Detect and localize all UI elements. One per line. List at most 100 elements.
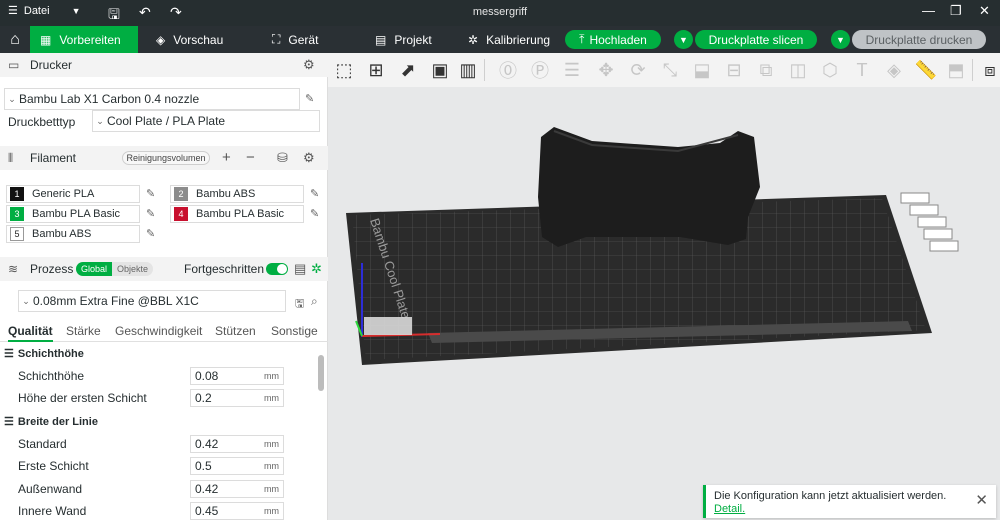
minimize-icon[interactable]: —: [922, 3, 935, 18]
add-plate-icon[interactable]: ⊞: [364, 58, 388, 82]
add-filament-icon[interactable]: +: [222, 149, 231, 166]
filament-slot-1[interactable]: 1 Generic PLA: [6, 185, 140, 203]
tab-support[interactable]: Stützen: [215, 324, 256, 338]
input-value: 0.5: [195, 459, 212, 473]
inner-wall-width-input[interactable]: 0.45 mm: [190, 502, 284, 520]
tab-device-label: Gerät: [288, 32, 319, 47]
add-object-icon[interactable]: ⬚: [332, 58, 356, 82]
support-paint-icon[interactable]: ⬡: [818, 58, 842, 82]
cut-icon[interactable]: ⊟: [722, 58, 746, 82]
tab-project[interactable]: ▤ Projekt: [365, 26, 442, 53]
filament-settings-icon[interactable]: ⚙: [303, 150, 315, 166]
printer-section-title: Drucker: [30, 58, 73, 72]
outer-wall-width-input[interactable]: 0.42 mm: [190, 480, 284, 498]
measure-icon[interactable]: 📏: [914, 58, 938, 82]
filament-slot-5[interactable]: 5 Bambu ABS: [6, 225, 140, 243]
layers-tool-icon[interactable]: ☰: [560, 58, 584, 82]
filament-slot-4[interactable]: 4 Bambu PLA Basic: [170, 205, 304, 223]
remove-filament-icon[interactable]: −: [246, 149, 255, 166]
filament-number: 4: [174, 207, 188, 221]
first-layer-height-input[interactable]: 0.2 mm: [190, 389, 284, 407]
layer-height-input[interactable]: 0.08 mm: [190, 367, 284, 385]
text-icon[interactable]: T: [850, 58, 874, 82]
auto-orient-icon[interactable]: ⬈: [396, 58, 420, 82]
edit-filament-icon[interactable]: ✎: [310, 187, 319, 200]
print-dropdown-button[interactable]: ▼: [831, 30, 850, 49]
lay-flat-icon[interactable]: ⬓: [690, 58, 714, 82]
tab-calibration-label: Kalibrierung: [486, 32, 551, 47]
3d-viewport[interactable]: ⬚ ⊞ ⬈ ▣ ▥ ⓪ Ⓟ ☰ ✥ ⟳ ⤡ ⬓ ⊟ ⧉ ◫ ⬡ T ◈ 📏 ⬒ …: [328, 53, 1000, 520]
advanced-toggle[interactable]: [266, 263, 288, 275]
tab-other[interactable]: Sonstige: [271, 324, 318, 338]
tab-quality[interactable]: Qualität: [8, 324, 53, 342]
process-profile-select[interactable]: ⌄ 0.08mm Extra Fine @BBL X1C: [18, 290, 286, 312]
variable-layer-icon[interactable]: ⧈: [978, 58, 1000, 82]
tab-prepare-label: Vorbereiten: [59, 32, 121, 47]
layout-icon[interactable]: ▥: [456, 58, 480, 82]
edit-filament-icon[interactable]: ✎: [146, 227, 155, 240]
upload-button[interactable]: ⤒ Hochladen: [565, 30, 661, 49]
purge-volume-button[interactable]: Reinigungsvolumen: [122, 151, 210, 165]
input-unit: mm: [264, 506, 279, 516]
rotate-icon[interactable]: ⟳: [626, 58, 650, 82]
tab-calibration[interactable]: ✲ Kalibrierung: [458, 26, 560, 53]
slice-dropdown-button[interactable]: ▼: [674, 30, 693, 49]
notification-detail-link[interactable]: Detail.: [714, 503, 745, 515]
scale-icon[interactable]: ⤡: [658, 58, 682, 82]
filament-slot-2[interactable]: 2 Bambu ABS: [170, 185, 304, 203]
tab-preview[interactable]: ◈ Vorschau: [146, 26, 233, 53]
bed-type-label: Druckbetttyp: [8, 115, 76, 129]
scope-global[interactable]: Global: [76, 262, 113, 276]
print-plate-label: Druckplatte drucken: [865, 32, 973, 47]
edit-filament-icon[interactable]: ✎: [146, 187, 155, 200]
row-label: Außenwand: [18, 482, 83, 496]
printer-settings-icon[interactable]: ⚙: [303, 57, 315, 73]
edit-filament-icon[interactable]: ✎: [146, 207, 155, 220]
row-label: Höhe der ersten Schicht: [18, 391, 147, 405]
process-tabs: Qualität Stärke Geschwindigkeit Stützen …: [0, 320, 328, 342]
assembly-icon[interactable]: ⬒: [944, 58, 968, 82]
input-unit: mm: [264, 393, 279, 403]
compare-icon[interactable]: ▤: [294, 261, 306, 277]
plate-zero-icon[interactable]: ⓪: [496, 58, 520, 82]
color-paint-icon[interactable]: ◈: [882, 58, 906, 82]
chevron-down-icon: ⌄: [8, 93, 16, 104]
tab-strength[interactable]: Stärke: [66, 324, 101, 338]
sync-filament-icon[interactable]: ⛁: [277, 150, 288, 166]
home-icon[interactable]: ⌂: [0, 26, 30, 53]
boolean-icon[interactable]: ⧉: [754, 58, 778, 82]
tab-preview-label: Vorschau: [173, 32, 224, 47]
input-unit: mm: [264, 461, 279, 471]
process-scope-switch[interactable]: Global Objekte: [76, 262, 154, 276]
print-plate-button[interactable]: Druckplatte drucken: [852, 30, 986, 49]
tab-speed[interactable]: Geschwindigkeit: [115, 324, 202, 338]
window-title: messergriff: [472, 6, 528, 18]
save-profile-icon[interactable]: 🖫: [295, 295, 304, 314]
tab-device[interactable]: ⛶ Gerät: [262, 26, 328, 53]
tree-icon[interactable]: ✲: [311, 261, 322, 277]
maximize-icon[interactable]: ❐: [950, 3, 962, 19]
printer-select[interactable]: ⌄ Bambu Lab X1 Carbon 0.4 nozzle: [4, 88, 300, 110]
filament-number: 3: [10, 207, 24, 221]
edit-filament-icon[interactable]: ✎: [310, 207, 319, 220]
search-icon[interactable]: ⌕: [311, 294, 318, 309]
move-icon[interactable]: ✥: [594, 58, 618, 82]
filament-slot-3[interactable]: 3 Bambu PLA Basic: [6, 205, 140, 223]
plate-p-icon[interactable]: Ⓟ: [528, 58, 552, 82]
arrange-icon[interactable]: ▣: [428, 58, 452, 82]
layer-height-icon: ☰: [4, 348, 14, 360]
input-value: 0.08: [195, 369, 219, 383]
slice-plate-button[interactable]: Druckplatte slicen: [695, 30, 817, 49]
close-icon[interactable]: ✕: [979, 3, 990, 19]
default-width-input[interactable]: 0.42 mm: [190, 435, 284, 453]
scope-objects[interactable]: Objekte: [112, 262, 154, 276]
tab-project-label: Projekt: [394, 32, 432, 47]
upload-label: Hochladen: [589, 32, 647, 47]
settings-scrollbar[interactable]: [318, 355, 324, 391]
tab-prepare[interactable]: ▦ Vorbereiten: [30, 26, 138, 53]
first-layer-width-input[interactable]: 0.5 mm: [190, 457, 284, 475]
mesh-icon[interactable]: ◫: [786, 58, 810, 82]
edit-printer-icon[interactable]: ✎: [305, 92, 314, 105]
bed-type-select[interactable]: ⌄ Cool Plate / PLA Plate: [92, 110, 320, 132]
close-icon[interactable]: ✕: [975, 491, 988, 509]
